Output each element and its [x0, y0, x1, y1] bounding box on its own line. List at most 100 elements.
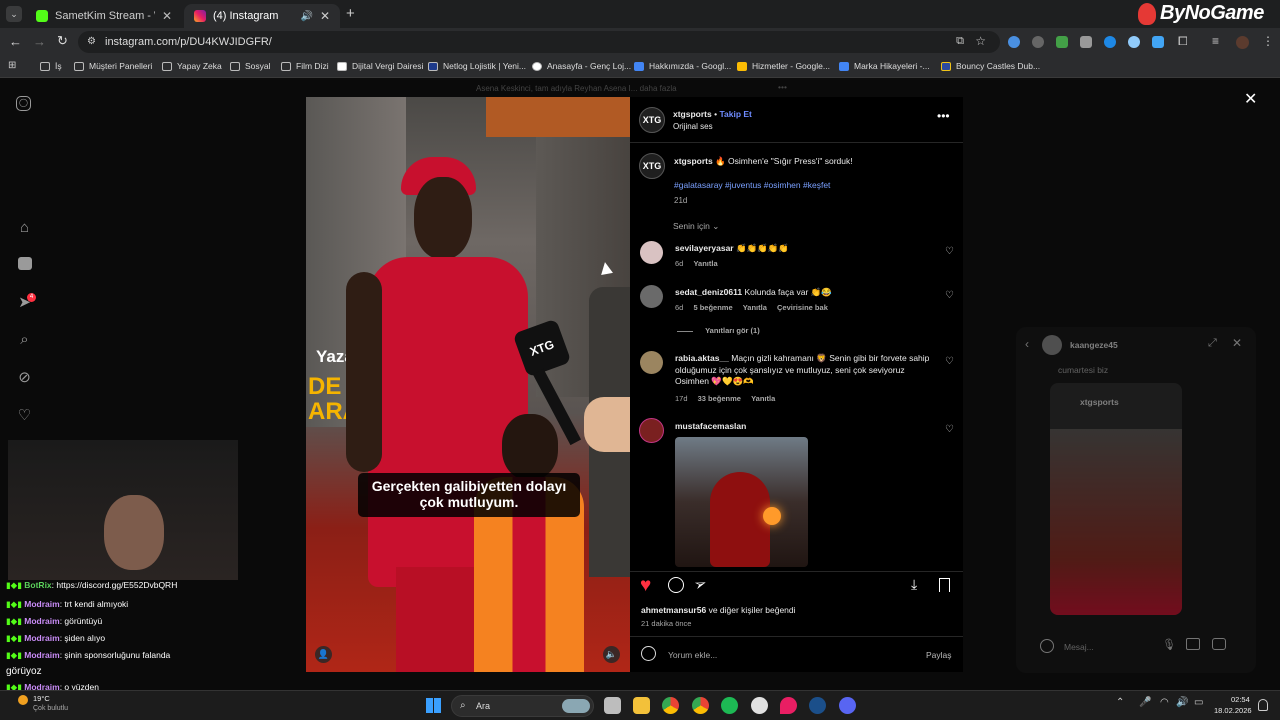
bookmark-item[interactable]: Müşteri Panelleri: [74, 61, 152, 71]
translate-button[interactable]: Çevirisine bak: [777, 303, 828, 312]
bookmark-item[interactable]: İş: [40, 61, 62, 71]
bookmark-item[interactable]: Bouncy Castles Dub...: [941, 61, 1040, 71]
chat-username[interactable]: Modraim: [24, 616, 59, 626]
apps-icon[interactable]: ⊞: [8, 60, 16, 71]
steam-icon[interactable]: [809, 697, 826, 714]
shared-post-card[interactable]: xtgsports: [1050, 383, 1182, 615]
mic-icon[interactable]: 🎙: [1162, 638, 1176, 651]
expand-icon[interactable]: ⤢: [1208, 337, 1217, 350]
clock-time[interactable]: 02:54: [1231, 695, 1250, 704]
bookmark-item[interactable]: Netlog Lojistik | Yeni...: [428, 61, 526, 71]
download-icon[interactable]: [1152, 36, 1164, 48]
media-control-icon[interactable]: ≡: [1212, 34, 1219, 48]
notification-icon[interactable]: [1258, 699, 1268, 711]
commenter-avatar[interactable]: [640, 351, 663, 374]
commenter-avatar[interactable]: [639, 418, 664, 443]
bookmark-item[interactable]: Sosyal: [230, 61, 271, 71]
bookmark-star-icon[interactable]: ☆: [975, 34, 986, 48]
caption-hashtags[interactable]: #galatasaray #juventus #osimhen #keşfet: [674, 180, 830, 190]
comment-username[interactable]: rabia.aktas__: [675, 353, 729, 363]
tab-sametkim-stream[interactable]: SametKim Stream - Watch Live ✕: [26, 4, 182, 28]
chrome-active-icon[interactable]: [692, 697, 709, 714]
liked-by-user[interactable]: ahmetmansur56: [641, 605, 706, 615]
instagram-logo-icon[interactable]: ◯: [16, 96, 31, 111]
chat-username[interactable]: Modraim: [24, 599, 59, 609]
emoji-icon[interactable]: [641, 646, 656, 661]
follow-button[interactable]: Takip Et: [719, 109, 751, 119]
reply-button[interactable]: Yanıtla: [743, 303, 767, 312]
comment-like-icon[interactable]: ♡: [945, 424, 954, 435]
forward-icon[interactable]: →: [33, 34, 46, 49]
battery-icon[interactable]: ▭: [1194, 697, 1203, 708]
share-icon[interactable]: ➢: [691, 573, 710, 594]
comment-likes[interactable]: 5 beğenme: [693, 303, 732, 312]
comment-input[interactable]: Yorum ekle...: [668, 650, 717, 660]
sticker-icon[interactable]: [1212, 638, 1226, 650]
comment-username[interactable]: sedat_deniz0611: [675, 287, 742, 297]
site-info-icon[interactable]: ⚙: [87, 36, 96, 47]
reply-button[interactable]: Yanıtla: [693, 259, 717, 268]
dm-username[interactable]: kaangeze45: [1070, 340, 1118, 350]
reply-button[interactable]: Yanıtla: [751, 394, 775, 403]
address-bar[interactable]: ⚙ instagram.com/p/DU4KWJIDGFR/ ⧉ ☆: [78, 31, 1000, 53]
comment-like-icon[interactable]: ♡: [945, 356, 954, 367]
tab-search-button[interactable]: ⌄: [6, 6, 22, 22]
weather-temp[interactable]: 19°C: [33, 694, 50, 703]
windows-start-icon[interactable]: [426, 698, 441, 713]
author-username[interactable]: xtgsports: [673, 109, 712, 119]
tagged-user-icon[interactable]: 👤: [315, 646, 332, 663]
tray-mic-icon[interactable]: 🎤: [1139, 697, 1151, 708]
menu-icon[interactable]: ⋮: [1262, 34, 1274, 48]
file-explorer-icon[interactable]: [633, 697, 650, 714]
new-tab-button[interactable]: +: [346, 5, 355, 22]
bookmark-item[interactable]: Dijital Vergi Dairesi: [337, 61, 423, 71]
comment-like-icon[interactable]: ♡: [945, 290, 954, 301]
tab-instagram[interactable]: (4) Instagram 🔊 ✕: [184, 4, 340, 28]
bookmark-item[interactable]: Hizmetler - Google...: [737, 61, 830, 71]
comment-likes[interactable]: 33 beğenme: [698, 394, 741, 403]
liked-by-rest[interactable]: ve diğer kişiler beğendi: [709, 605, 796, 615]
spotify-icon[interactable]: [721, 697, 738, 714]
heart-icon[interactable]: ♡: [16, 407, 33, 424]
reel-video[interactable]: Yazar DE ARAY! XTG Gerçekten galibiyette…: [306, 97, 630, 672]
puzzle-icon[interactable]: ⧠: [1178, 34, 1188, 49]
caption-username[interactable]: xtgsports: [674, 156, 713, 166]
weather-icon[interactable]: [18, 695, 28, 705]
bookmark-item[interactable]: Yapay Zeka: [162, 61, 222, 71]
extension-icon[interactable]: [1080, 36, 1092, 48]
chat-username[interactable]: Modraim: [24, 650, 59, 660]
chat-username[interactable]: Modraim: [24, 633, 59, 643]
extension-icon[interactable]: [1104, 36, 1116, 48]
dm-avatar[interactable]: [1042, 335, 1062, 355]
task-view-icon[interactable]: [604, 697, 621, 714]
volume-icon[interactable]: 🔊: [1176, 697, 1188, 708]
dm-message-input[interactable]: Mesaj...: [1064, 642, 1094, 652]
comment-image-flash[interactable]: [675, 437, 808, 567]
tray-chevron-icon[interactable]: ⌃: [1116, 697, 1124, 708]
sort-dropdown[interactable]: Senin için ⌄: [673, 221, 719, 232]
caption-avatar[interactable]: XTG: [639, 153, 665, 179]
more-options-icon[interactable]: •••: [937, 109, 950, 123]
github-icon[interactable]: [751, 697, 768, 714]
extension-icon[interactable]: [1128, 36, 1140, 48]
explore-icon[interactable]: ⊘: [16, 369, 33, 386]
like-heart-icon[interactable]: ♥: [640, 575, 651, 597]
bookmark-item[interactable]: Hakkımızda - Googl...: [634, 61, 731, 71]
shield-icon[interactable]: [1056, 36, 1068, 48]
comment-icon[interactable]: [668, 577, 684, 593]
extension-icon[interactable]: [1008, 36, 1020, 48]
comment-like-icon[interactable]: ♡: [945, 246, 954, 257]
audio-label[interactable]: Orijinal ses: [673, 122, 713, 131]
download-post-icon[interactable]: ⤓: [911, 576, 917, 593]
install-icon[interactable]: ⧉: [956, 35, 964, 48]
author-avatar[interactable]: XTG: [639, 107, 665, 133]
comment-username[interactable]: mustafacemaslan: [675, 421, 746, 431]
discord-icon[interactable]: [839, 697, 856, 714]
clock-date[interactable]: 18.02.2026: [1214, 706, 1252, 715]
close-dm-icon[interactable]: ✕: [1232, 336, 1242, 350]
extension-icon[interactable]: [1032, 36, 1044, 48]
profile-avatar[interactable]: [1236, 36, 1249, 49]
reels-icon[interactable]: [16, 257, 33, 274]
back-icon[interactable]: ‹: [1025, 337, 1029, 351]
save-icon[interactable]: [939, 578, 950, 592]
